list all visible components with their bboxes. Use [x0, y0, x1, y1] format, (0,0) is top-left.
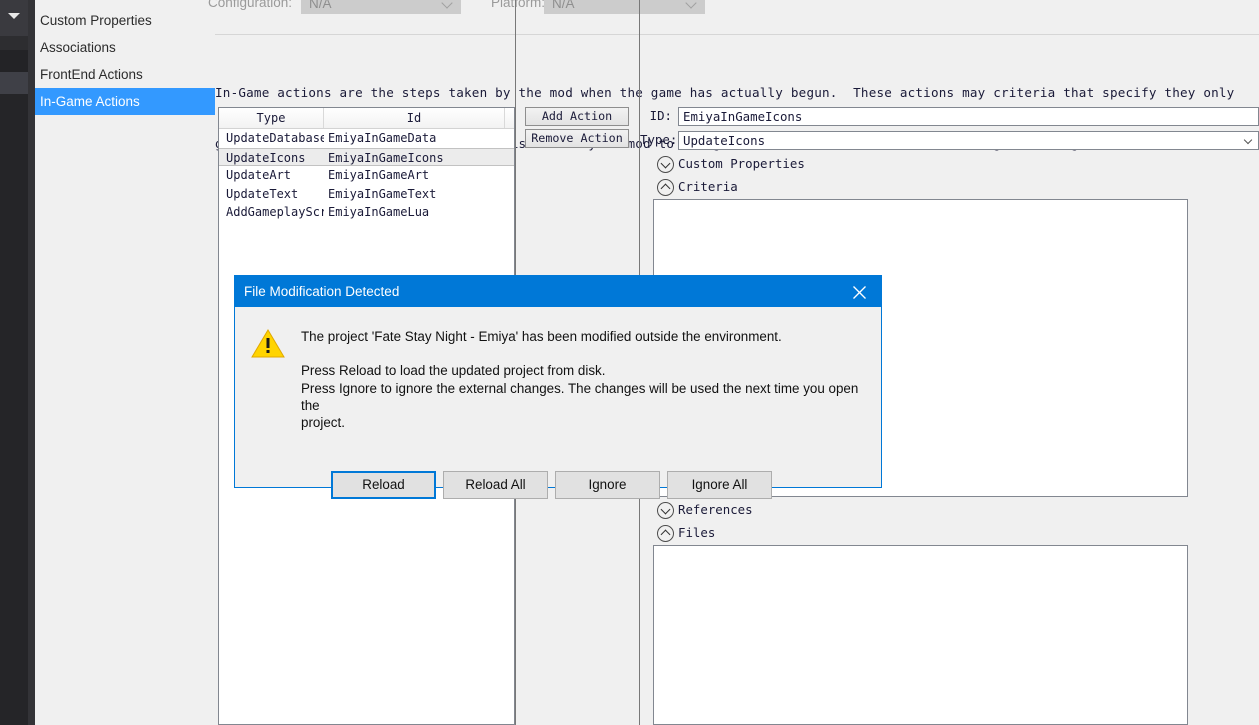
dialog-title: File Modification Detected [244, 284, 400, 299]
cell-id: EmiyaInGameData [328, 131, 437, 145]
table-row[interactable]: UpdateText EmiyaInGameText [219, 185, 514, 204]
configuration-value: N/A [309, 0, 332, 11]
file-modification-dialog: File Modification Detected The project '… [234, 275, 882, 499]
ignore-all-button[interactable]: Ignore All [667, 471, 772, 499]
column-header-id[interactable]: Id [324, 108, 505, 128]
chevron-down-icon [443, 0, 452, 8]
rail-tab-1[interactable] [0, 0, 28, 36]
chevron-up-circle-icon[interactable] [657, 525, 674, 542]
chevron-up-circle-icon[interactable] [657, 179, 674, 196]
section-label: Files [678, 525, 716, 540]
remove-action-button[interactable]: Remove Action [525, 129, 629, 148]
dialog-body: The project 'Fate Stay Night - Emiya' ha… [235, 307, 881, 499]
chevron-down-circle-icon[interactable] [657, 502, 674, 519]
table-row[interactable]: UpdateArt EmiyaInGameArt [219, 166, 514, 185]
sidebar-item-custom-properties[interactable]: Custom Properties [35, 7, 215, 34]
type-label: Type: [640, 132, 678, 147]
id-label: ID: [649, 108, 672, 123]
dialog-title-bar: File Modification Detected [235, 276, 881, 307]
cell-type: UpdateDatabase [226, 131, 324, 145]
dialog-message-line-3: Press Ignore to ignore the external chan… [301, 380, 859, 413]
table-row[interactable]: UpdateDatabase EmiyaInGameData [219, 129, 514, 148]
cell-id: EmiyaInGameText [328, 186, 437, 201]
id-input[interactable]: EmiyaInGameIcons [678, 107, 1259, 126]
cell-type: UpdateIcons [226, 150, 306, 165]
cell-type: UpdateArt [226, 168, 292, 182]
sidebar-item-in-game-actions[interactable]: In-Game Actions [35, 88, 215, 115]
configuration-toolbar: Configuration: N/A Platform: N/A [208, 0, 1259, 32]
chevron-down-icon [687, 0, 696, 8]
sidebar-item-label: FrontEnd Actions [40, 67, 143, 82]
close-icon [853, 286, 866, 299]
dialog-message-line-2: Press Reload to load the updated project… [301, 363, 606, 379]
sidebar-item-label: Custom Properties [40, 13, 152, 28]
chevron-down-icon [1245, 137, 1252, 144]
dialog-message: The project 'Fate Stay Night - Emiya' ha… [301, 328, 861, 431]
activity-rail [0, 0, 28, 725]
ignore-button[interactable]: Ignore [555, 471, 660, 499]
chevron-down-circle-icon[interactable] [657, 156, 674, 173]
dialog-message-line-1: The project 'Fate Stay Night - Emiya' ha… [301, 329, 782, 344]
column-header-extra[interactable] [505, 108, 514, 128]
table-row[interactable]: AddGameplayScri EmiyaInGameLua [219, 203, 514, 222]
configuration-label: Configuration: [208, 0, 293, 10]
sidebar-item-label: In-Game Actions [40, 94, 140, 109]
id-value: EmiyaInGameIcons [683, 109, 803, 124]
cell-id: EmiyaInGameIcons [328, 150, 444, 165]
column-header-type[interactable]: Type [219, 108, 324, 128]
rail-divider [28, 0, 35, 725]
rail-tab-4[interactable] [0, 72, 28, 94]
files-listbox[interactable] [653, 545, 1188, 725]
type-select[interactable]: UpdateIcons [678, 131, 1259, 150]
sidebar-item-frontend-actions[interactable]: FrontEnd Actions [35, 61, 215, 88]
warning-triangle-icon [251, 328, 285, 364]
sidebar: Custom Properties Associations FrontEnd … [35, 0, 215, 725]
selection-arrow-icon [185, 88, 199, 114]
section-label: Criteria [678, 179, 738, 194]
cell-type: AddGameplayScri [226, 205, 324, 219]
rail-tab-2[interactable] [0, 36, 28, 50]
cell-type: UpdateText [226, 186, 299, 201]
table-header: Type Id [219, 108, 514, 129]
section-label: Custom Properties [678, 156, 805, 171]
caret-down-icon[interactable] [8, 13, 20, 19]
type-value: UpdateIcons [683, 133, 766, 148]
toolbar-divider [215, 34, 1259, 35]
description-line-1: In-Game actions are the steps taken by t… [215, 85, 1235, 100]
add-action-button[interactable]: Add Action [525, 107, 629, 126]
cell-id: EmiyaInGameLua [328, 205, 430, 219]
sidebar-item-associations[interactable]: Associations [35, 34, 215, 61]
sidebar-item-label: Associations [40, 40, 116, 55]
cell-id: EmiyaInGameArt [328, 168, 430, 182]
close-button[interactable] [837, 276, 881, 307]
reload-button[interactable]: Reload [331, 471, 436, 499]
dialog-message-line-4: project. [301, 415, 345, 431]
rail-tab-5 [0, 94, 28, 725]
app-window: Custom Properties Associations FrontEnd … [0, 0, 1259, 725]
table-row[interactable]: UpdateIcons EmiyaInGameIcons [219, 147, 514, 166]
section-label: References [678, 502, 753, 517]
reload-all-button[interactable]: Reload All [443, 471, 548, 499]
rail-tab-3[interactable] [0, 50, 28, 72]
configuration-select[interactable]: N/A [301, 0, 461, 14]
